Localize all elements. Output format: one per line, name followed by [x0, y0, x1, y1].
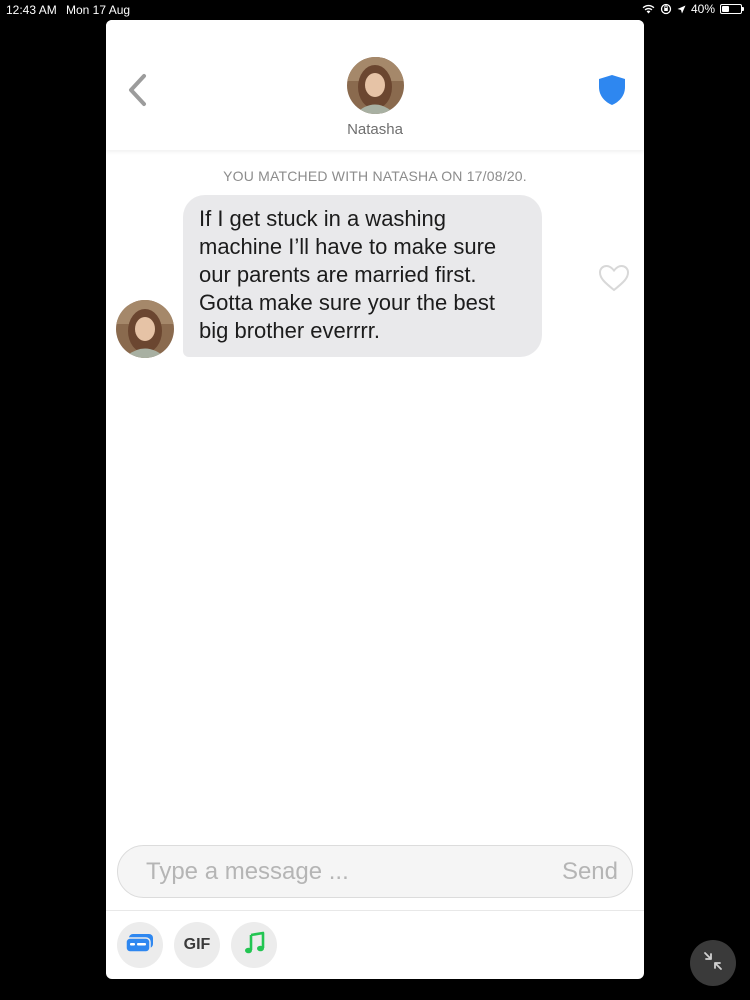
- like-button[interactable]: [598, 263, 630, 293]
- battery-icon: [720, 4, 744, 14]
- match-avatar[interactable]: [347, 57, 404, 114]
- message-input[interactable]: [146, 846, 526, 897]
- back-button[interactable]: [122, 72, 152, 112]
- match-name: Natasha: [347, 121, 403, 138]
- match-notice: YOU MATCHED WITH NATASHA ON 17/08/20.: [223, 168, 527, 184]
- chevron-left-icon: [126, 73, 148, 112]
- location-icon: [677, 5, 686, 14]
- status-indicators: 40%: [642, 2, 744, 16]
- battery-percent: 40%: [690, 2, 715, 16]
- music-button[interactable]: [231, 922, 277, 968]
- battery-fill: [722, 6, 729, 12]
- sender-avatar[interactable]: [116, 300, 174, 358]
- message-bubble: If I get stuck in a washing machine I’ll…: [183, 195, 542, 357]
- divider: [106, 910, 644, 911]
- composer-tools: GIF: [117, 922, 277, 968]
- chat-header: Natasha: [106, 20, 644, 150]
- composer: Send: [117, 845, 633, 898]
- safety-button[interactable]: [596, 74, 628, 110]
- id-card-icon: [125, 933, 155, 958]
- status-bar: 12:43 AM Mon 17 Aug 40%: [0, 0, 750, 20]
- message-row: If I get stuck in a washing machine I’ll…: [106, 195, 644, 365]
- shield-icon: [598, 74, 626, 111]
- status-date: Mon 17 Aug: [66, 3, 131, 17]
- minimize-arrows-icon: [702, 950, 724, 977]
- minimize-button[interactable]: [690, 940, 736, 986]
- orientation-lock-icon: [660, 3, 672, 15]
- heart-icon: [598, 264, 630, 297]
- status-time: 12:43 AM: [6, 3, 57, 17]
- card-button[interactable]: [117, 922, 163, 968]
- chat-window: Natasha YOU MATCHED WITH NATASHA ON 17/0…: [106, 20, 644, 979]
- wifi-icon: [642, 4, 655, 14]
- send-button[interactable]: Send: [562, 858, 618, 886]
- gif-label: GIF: [183, 936, 211, 953]
- music-note-icon: [243, 931, 265, 960]
- gif-button[interactable]: GIF: [174, 922, 220, 968]
